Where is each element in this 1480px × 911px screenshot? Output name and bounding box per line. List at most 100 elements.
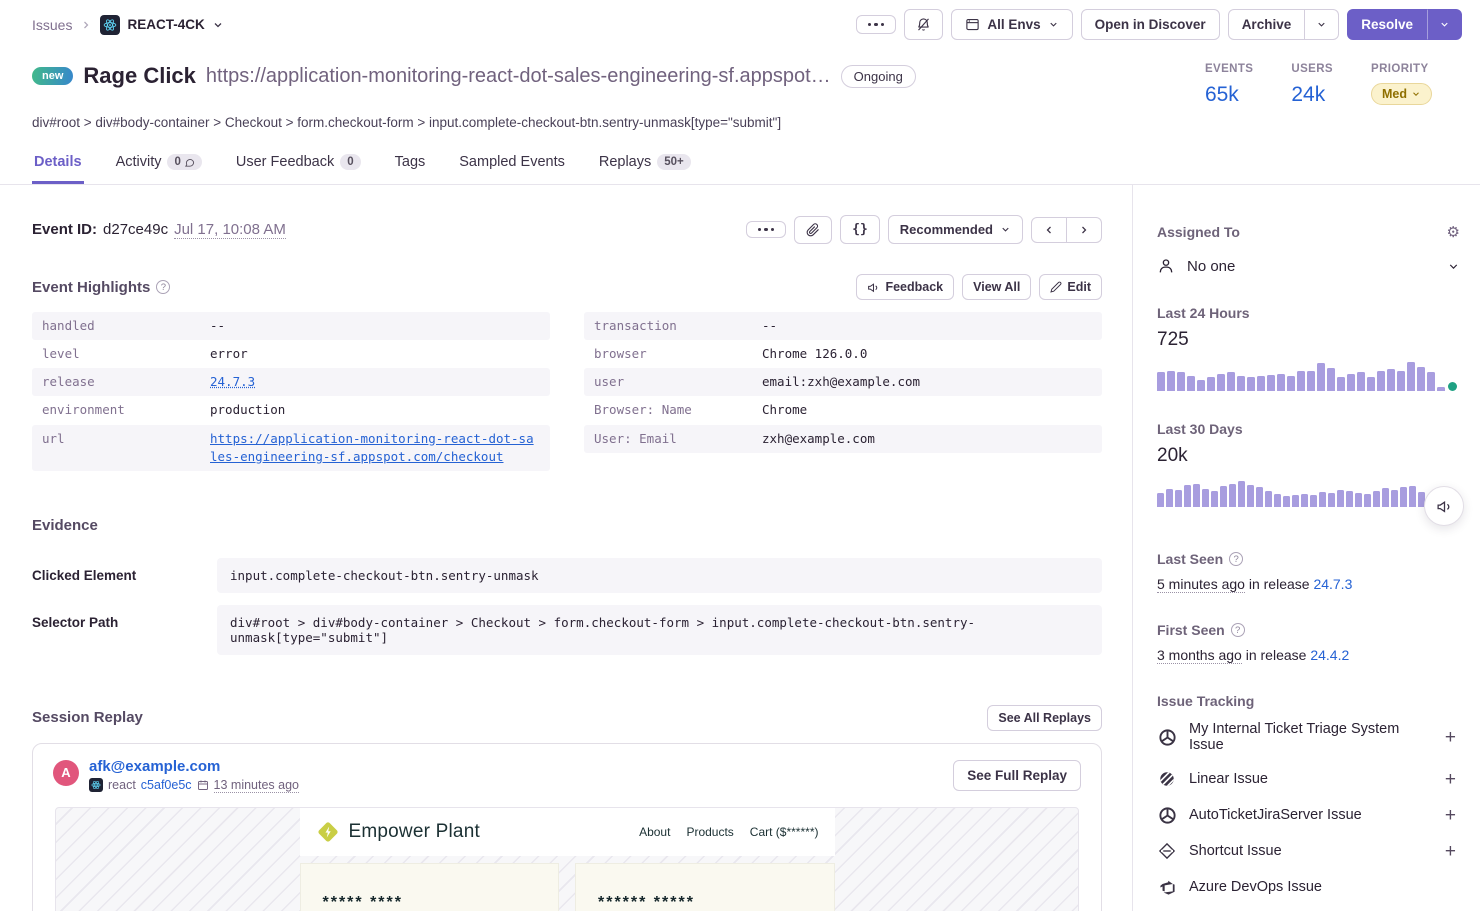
assignee-selector[interactable]: No one — [1157, 257, 1460, 275]
chart-bar — [1301, 494, 1308, 507]
chart-bar — [1364, 494, 1371, 507]
chart-bar — [1197, 380, 1205, 391]
priority-stat: PRIORITY Med — [1371, 63, 1432, 107]
project-selector[interactable]: REACT-4CK — [100, 15, 223, 35]
events-stat-value[interactable]: 65k — [1205, 83, 1253, 107]
last-30-days-count: 20k — [1157, 445, 1460, 467]
tab-label: Activity — [116, 154, 162, 170]
issue-tracking-item[interactable]: AutoTicketJiraServer Issue + — [1157, 797, 1460, 833]
issue-tracking-item[interactable]: Linear Issue+ — [1157, 761, 1460, 797]
next-event-button[interactable] — [1067, 217, 1102, 243]
event-attachments-button[interactable] — [794, 216, 832, 244]
mute-notifications-button[interactable] — [904, 9, 943, 40]
replay-nav-products[interactable]: Products — [686, 825, 733, 839]
chart-bar — [1357, 372, 1365, 391]
issue-tracking-label: AutoTicketJiraServer Issue — [1189, 807, 1429, 823]
chart-bar — [1373, 491, 1380, 507]
issue-tracking-item[interactable]: My Internal Ticket Triage System Issue+ — [1157, 713, 1460, 761]
replay-nav-about[interactable]: About — [639, 825, 670, 839]
replay-preview[interactable]: Empower Plant About Products Cart ($******… — [55, 807, 1079, 911]
environment-selector-label: All Envs — [987, 17, 1040, 32]
more-actions-button[interactable] — [856, 15, 897, 35]
add-issue-link-button[interactable]: + — [1441, 728, 1460, 747]
last-seen-ago[interactable]: 5 minutes ago — [1157, 576, 1245, 593]
priority-stat-label: PRIORITY — [1371, 63, 1432, 75]
highlight-row: levelerror — [32, 340, 550, 368]
highlight-value: Chrome 126.0.0 — [762, 345, 867, 363]
archive-dropdown-button[interactable] — [1305, 9, 1339, 40]
event-more-button[interactable] — [746, 221, 787, 239]
see-all-replays-button[interactable]: See All Replays — [987, 705, 1102, 731]
issue-tracking-item[interactable]: GitLab Issue — [1157, 905, 1460, 911]
highlight-value: -- — [210, 317, 225, 335]
see-full-replay-button[interactable]: See Full Replay — [953, 760, 1081, 791]
highlight-value[interactable]: https://application-monitoring-react-dot… — [210, 430, 540, 466]
tab-activity[interactable]: Activity0 — [114, 146, 204, 184]
tab-tags[interactable]: Tags — [393, 146, 428, 184]
highlight-row: User: Emailzxh@example.com — [584, 425, 1102, 453]
chevron-left-icon — [1043, 224, 1055, 236]
replay-time-ago[interactable]: 13 minutes ago — [214, 778, 299, 793]
highlight-value: zxh@example.com — [762, 430, 875, 448]
event-toolbar: {} Recommended — [746, 215, 1102, 244]
speech-bubble-icon — [184, 157, 195, 168]
chart-bar — [1337, 490, 1344, 507]
add-issue-link-button[interactable]: + — [1441, 770, 1460, 789]
tab-details[interactable]: Details — [32, 146, 84, 184]
add-issue-link-button[interactable]: + — [1441, 842, 1460, 861]
event-json-button[interactable]: {} — [840, 215, 880, 244]
floating-feedback-button[interactable] — [1424, 486, 1464, 526]
chart-bar — [1175, 490, 1182, 507]
paperclip-icon — [806, 223, 820, 237]
resolve-dropdown-button[interactable] — [1427, 9, 1462, 40]
help-icon[interactable]: ? — [156, 280, 170, 294]
first-seen-ago[interactable]: 3 months ago — [1157, 647, 1242, 664]
new-badge: new — [32, 67, 73, 85]
chevron-right-icon — [1078, 224, 1090, 236]
feedback-button[interactable]: Feedback — [856, 274, 954, 300]
edit-highlights-button[interactable]: Edit — [1039, 274, 1102, 300]
highlight-key: level — [42, 345, 210, 363]
last-30-days-title: Last 30 Days — [1157, 421, 1460, 437]
environment-selector-button[interactable]: All Envs — [951, 9, 1072, 40]
priority-selector[interactable]: Med — [1371, 83, 1432, 105]
previous-event-button[interactable] — [1031, 217, 1067, 243]
resolve-button[interactable]: Resolve — [1347, 9, 1427, 40]
view-all-button[interactable]: View All — [962, 274, 1031, 300]
replay-nav-cart[interactable]: Cart ($******) — [750, 825, 819, 839]
chevron-down-icon — [1439, 19, 1450, 30]
gear-icon[interactable]: ⚙ — [1447, 223, 1460, 241]
chart-bar — [1247, 485, 1254, 507]
tab-label: Sampled Events — [459, 154, 565, 170]
issue-tracking-item[interactable]: Azure DevOps Issue — [1157, 869, 1460, 905]
first-seen-release-link[interactable]: 24.4.2 — [1310, 647, 1349, 663]
tab-label: Replays — [599, 154, 651, 170]
tab-sampled-events[interactable]: Sampled Events — [457, 146, 567, 184]
chart-bar — [1187, 376, 1195, 391]
tab-user-feedback[interactable]: User Feedback0 — [234, 146, 363, 184]
users-stat-value[interactable]: 24k — [1291, 83, 1333, 107]
chevron-down-icon — [1316, 19, 1327, 30]
add-issue-link-button[interactable]: + — [1441, 806, 1460, 825]
help-icon[interactable]: ? — [1229, 552, 1243, 566]
issue-tracking-item[interactable]: Shortcut Issue+ — [1157, 833, 1460, 869]
chart-bar — [1407, 362, 1415, 391]
help-icon[interactable]: ? — [1231, 623, 1245, 637]
event-timestamp[interactable]: Jul 17, 10:08 AM — [174, 221, 286, 239]
replay-user-link[interactable]: afk@example.com — [89, 758, 299, 775]
event-selector-dropdown[interactable]: Recommended — [888, 215, 1023, 244]
open-in-discover-button[interactable]: Open in Discover — [1081, 9, 1220, 40]
sidebar: Assigned To ⚙ No one Last 24 Hours 725 L… — [1133, 185, 1480, 911]
highlight-value[interactable]: 24.7.3 — [210, 373, 255, 391]
tab-replays[interactable]: Replays50+ — [597, 146, 693, 184]
replay-site-nav: About Products Cart ($******) — [639, 825, 818, 839]
archive-button[interactable]: Archive — [1228, 9, 1306, 40]
resolve-button-group: Resolve — [1347, 9, 1462, 40]
breadcrumb-issues-link[interactable]: Issues — [32, 17, 72, 33]
latest-event-dot — [1448, 382, 1457, 391]
replay-id-link[interactable]: c5af0e5c — [141, 778, 192, 792]
empower-plant-brand: Empower Plant — [316, 820, 480, 844]
bell-slash-icon — [916, 17, 931, 32]
first-seen-value: 3 months ago in release 24.4.2 — [1157, 647, 1460, 663]
last-seen-release-link[interactable]: 24.7.3 — [1313, 576, 1352, 592]
